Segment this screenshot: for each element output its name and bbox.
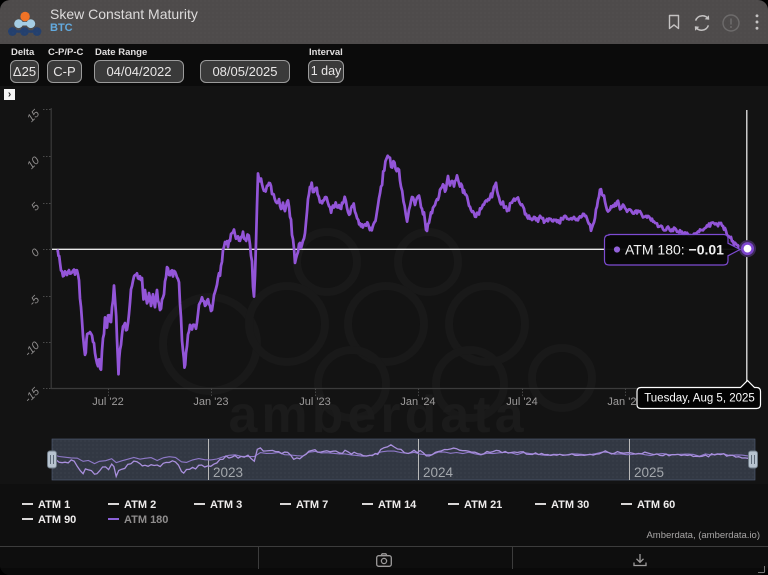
- svg-text:ATM 180: −0.01: ATM 180: −0.01: [625, 241, 724, 257]
- svg-text:2023: 2023: [213, 465, 243, 480]
- svg-text:Tuesday, Aug 5, 2025: Tuesday, Aug 5, 2025: [644, 393, 755, 405]
- svg-text:Jan '23: Jan '23: [193, 396, 228, 408]
- svg-text:2024: 2024: [423, 465, 454, 480]
- svg-text:Jul '22: Jul '22: [92, 396, 123, 408]
- svg-text:Jan '24: Jan '24: [400, 396, 435, 408]
- svg-text:-5: -5: [27, 293, 43, 309]
- svg-text:15: 15: [25, 107, 43, 125]
- svg-text:10: 10: [25, 154, 43, 172]
- svg-text:Jul '23: Jul '23: [299, 396, 330, 408]
- svg-text:0: 0: [29, 246, 42, 259]
- svg-text:2025: 2025: [634, 465, 664, 480]
- svg-text:-10: -10: [22, 339, 42, 359]
- svg-text:Jul '24: Jul '24: [506, 396, 537, 408]
- svg-text:5: 5: [29, 200, 42, 213]
- svg-text:-15: -15: [22, 385, 42, 405]
